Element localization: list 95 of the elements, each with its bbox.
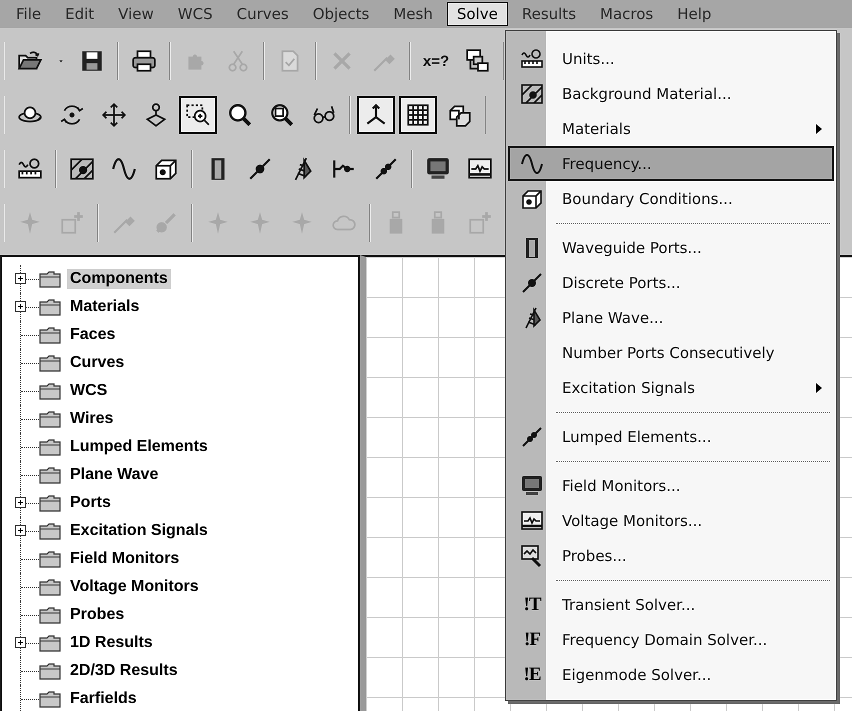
tree-item[interactable]: 1D Results xyxy=(67,633,156,653)
menu-bar-item[interactable]: Curves xyxy=(226,2,299,26)
menu-bar-item[interactable]: Help xyxy=(667,2,722,26)
tree-window-icon xyxy=(465,48,491,74)
tree-item[interactable]: Field Monitors xyxy=(67,549,182,569)
tree-item[interactable]: Lumped Elements xyxy=(67,437,211,457)
menu-item[interactable]: Plane Wave... xyxy=(508,300,834,335)
add-box-icon xyxy=(467,210,493,236)
solver-icon: !T xyxy=(524,594,540,616)
tree-item[interactable]: Components xyxy=(67,269,171,289)
menu-bar-item[interactable]: Macros xyxy=(590,2,664,26)
folder-icon xyxy=(39,578,61,596)
folder-icon xyxy=(39,382,61,400)
menu-item[interactable]: Materials xyxy=(508,111,834,146)
menu-item[interactable]: Waveguide Ports... xyxy=(508,230,834,265)
monitor-icon xyxy=(425,156,451,182)
dot-line-icon xyxy=(373,156,399,182)
expand-plus-icon[interactable] xyxy=(15,497,26,508)
zoom-rectangle-icon xyxy=(185,102,211,128)
menu-bar-item[interactable]: WCS xyxy=(168,2,223,26)
toolbar-button[interactable]: x=? xyxy=(417,42,455,80)
folder-icon xyxy=(39,354,61,372)
folder-icon xyxy=(39,662,61,680)
menu-item[interactable]: !T Transient Solver... xyxy=(508,587,834,622)
tree-item[interactable]: 2D/3D Results xyxy=(67,661,181,681)
magnifier-icon xyxy=(227,102,253,128)
solver-icon: !F xyxy=(524,628,540,650)
folder-icon xyxy=(39,410,61,428)
folder-icon xyxy=(39,466,61,484)
toolbar-button[interactable] xyxy=(179,96,217,134)
expand-plus-icon[interactable] xyxy=(15,525,26,536)
folder-icon xyxy=(39,522,61,540)
sine-wave-icon xyxy=(520,152,544,176)
menu-item[interactable]: Discrete Ports... xyxy=(508,265,834,300)
tree-item[interactable]: Curves xyxy=(67,353,128,373)
tree-item[interactable]: Plane Wave xyxy=(67,465,162,485)
menu-item[interactable]: Boundary Conditions... xyxy=(508,181,834,216)
tree-item[interactable]: Excitation Signals xyxy=(67,521,211,541)
dot-line-icon xyxy=(247,156,273,182)
folder-icon xyxy=(39,326,61,344)
oscilloscope-icon xyxy=(520,508,544,532)
dot-line-icon xyxy=(520,270,544,294)
tree-item[interactable]: Farfields xyxy=(67,689,140,709)
tree-item[interactable]: Probes xyxy=(67,605,128,625)
folder-icon xyxy=(39,438,61,456)
menu-bar-item[interactable]: Mesh xyxy=(383,2,443,26)
tree-item[interactable]: Faces xyxy=(67,325,118,345)
tree-item[interactable]: Materials xyxy=(67,297,142,317)
menu-item[interactable]: !F Frequency Domain Solver... xyxy=(508,622,834,657)
menu-item[interactable]: Lumped Elements... xyxy=(508,419,834,454)
tree-item[interactable]: WCS xyxy=(67,381,110,401)
folder-icon xyxy=(39,494,61,512)
menu-bar-item[interactable]: File xyxy=(6,2,52,26)
hatched-square-icon xyxy=(69,156,95,182)
tree-item[interactable]: Voltage Monitors xyxy=(67,577,202,597)
folder-icon xyxy=(39,550,61,568)
folder-icon xyxy=(39,634,61,652)
menu-bar-item[interactable]: View xyxy=(108,2,164,26)
hatched-square-icon xyxy=(520,82,544,106)
folder-icon xyxy=(39,270,61,288)
tree-item[interactable]: Ports xyxy=(67,493,114,513)
dot-line-icon xyxy=(520,424,544,448)
zoom-fit-icon xyxy=(269,102,295,128)
menu-bar-item[interactable]: Objects xyxy=(302,2,380,26)
menu-item[interactable]: Voltage Monitors... xyxy=(508,503,834,538)
menu-bar-item[interactable]: Results xyxy=(512,2,586,26)
expand-plus-icon[interactable] xyxy=(15,301,26,312)
toolbar-button[interactable] xyxy=(399,96,437,134)
folder-icon xyxy=(39,298,61,316)
menu-item[interactable]: Units... xyxy=(508,41,834,76)
grid-icon xyxy=(405,102,431,128)
folder-icon xyxy=(39,606,61,624)
toolbar-button[interactable] xyxy=(357,96,395,134)
menu-item[interactable]: Probes... xyxy=(508,538,834,573)
menu-item[interactable]: !E Eigenmode Solver... xyxy=(508,657,834,692)
printer-icon xyxy=(131,48,157,74)
add-box-icon xyxy=(59,210,85,236)
menu-bar-item[interactable]: Solve xyxy=(446,2,508,26)
expand-plus-icon[interactable] xyxy=(15,273,26,284)
menu-item[interactable]: Number Ports Consecutively xyxy=(508,335,834,370)
menu-item[interactable]: Background Material... xyxy=(508,76,834,111)
person-arrow-icon xyxy=(143,102,169,128)
sine-wave-icon xyxy=(111,156,137,182)
folder-icon xyxy=(39,690,61,708)
solver-icon: !E xyxy=(524,664,540,686)
menu-bar-item[interactable]: Edit xyxy=(55,2,104,26)
menu-item[interactable]: Excitation Signals xyxy=(508,370,834,405)
menu-item[interactable]: Field Monitors... xyxy=(508,468,834,503)
monitor-icon xyxy=(520,474,544,498)
menu-item[interactable]: Frequency... xyxy=(508,146,834,181)
pan-arrows-icon xyxy=(101,102,127,128)
expand-plus-icon[interactable] xyxy=(15,637,26,648)
screen-pen-icon xyxy=(520,544,544,568)
tree-item[interactable]: Wires xyxy=(67,409,116,429)
wave-ruler-icon xyxy=(520,46,544,70)
